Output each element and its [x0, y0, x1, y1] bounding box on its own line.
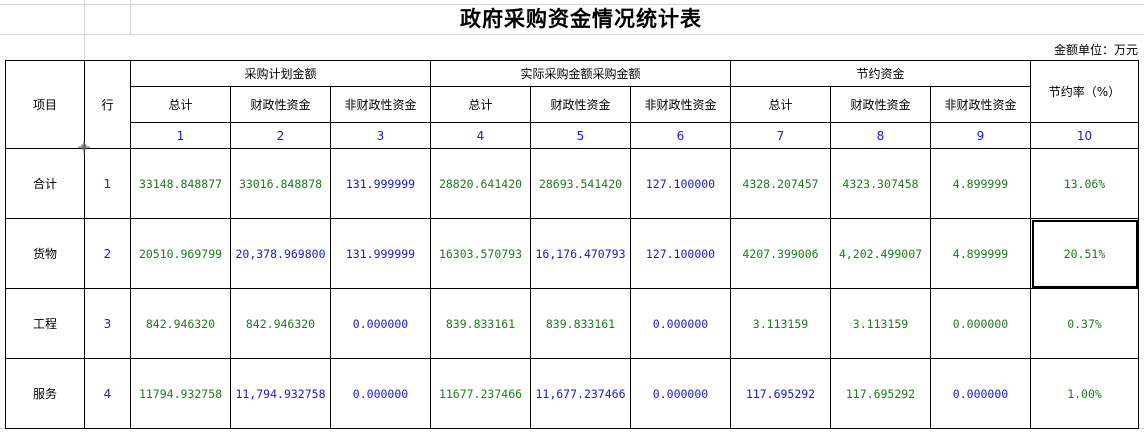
- cell-saving-total[interactable]: 117.695292: [730, 358, 831, 429]
- row-line[interactable]: 2: [84, 218, 131, 289]
- cell-actual-total[interactable]: 28820.641420: [430, 148, 531, 219]
- cell-saving-total[interactable]: 4328.207457: [730, 148, 831, 219]
- cell-plan-total[interactable]: 20510.969799: [130, 218, 231, 289]
- header-group-savings[interactable]: 节约资金: [730, 60, 1031, 87]
- cell-plan-total[interactable]: 33148.848877: [130, 148, 231, 219]
- column-number[interactable]: 7: [730, 122, 831, 149]
- cell-saving-nonfiscal[interactable]: 0.000000: [930, 358, 1031, 429]
- table-row: 服务 4 11794.932758 11,794.932758 0.000000…: [5, 358, 1139, 429]
- column-number[interactable]: 8: [830, 122, 931, 149]
- cell-actual-total[interactable]: 839.833161: [430, 288, 531, 359]
- cell-actual-fiscal[interactable]: 16,176.470793: [530, 218, 631, 289]
- header-group-actual[interactable]: 实际采购金额采购金额: [430, 60, 731, 87]
- row-item[interactable]: 工程: [5, 288, 85, 359]
- cell-plan-fiscal[interactable]: 11,794.932758: [230, 358, 331, 429]
- header-sub[interactable]: 总计: [130, 86, 231, 123]
- table-row: 合计 1 33148.848877 33016.848878 131.99999…: [5, 148, 1139, 219]
- column-number[interactable]: 2: [230, 122, 331, 149]
- header-sub[interactable]: 总计: [430, 86, 531, 123]
- cell-plan-nonfiscal[interactable]: 131.999999: [330, 148, 431, 219]
- cell-plan-fiscal[interactable]: 20,378.969800: [230, 218, 331, 289]
- cell-saving-rate-selected[interactable]: 20.51%: [1030, 218, 1139, 289]
- cell-saving-nonfiscal[interactable]: 0.000000: [930, 288, 1031, 359]
- spreadsheet-sheet: 政府采购资金情况统计表 金额单位：万元 项目 行 采购计划金额 实际采购金额采购…: [0, 0, 1144, 432]
- header-sub[interactable]: 非财政性资金: [930, 86, 1031, 123]
- row-item[interactable]: 合计: [5, 148, 85, 219]
- header-sub[interactable]: 非财政性资金: [330, 86, 431, 123]
- header-sub[interactable]: 财政性资金: [530, 86, 631, 123]
- cell-saving-total[interactable]: 3.113159: [730, 288, 831, 359]
- header-sub[interactable]: 非财政性资金: [630, 86, 731, 123]
- cell-saving-rate[interactable]: 1.00%: [1030, 358, 1139, 429]
- column-number[interactable]: 9: [930, 122, 1031, 149]
- column-number[interactable]: 1: [130, 122, 231, 149]
- statistics-table: 项目 行 采购计划金额 实际采购金额采购金额 节约资金 节约率（%） 总计 财政…: [5, 60, 1139, 429]
- cell-saving-nonfiscal[interactable]: 4.899999: [930, 218, 1031, 289]
- row-line[interactable]: 1: [84, 148, 131, 219]
- cell-plan-nonfiscal[interactable]: 131.999999: [330, 218, 431, 289]
- cell-actual-fiscal[interactable]: 839.833161: [530, 288, 631, 359]
- cell-saving-rate[interactable]: 13.06%: [1030, 148, 1139, 219]
- crosshair-cursor-icon: [78, 141, 90, 153]
- cell-plan-total[interactable]: 11794.932758: [130, 358, 231, 429]
- cell-plan-fiscal[interactable]: 842.946320: [230, 288, 331, 359]
- cell-actual-nonfiscal[interactable]: 127.100000: [630, 148, 731, 219]
- cell-plan-nonfiscal[interactable]: 0.000000: [330, 288, 431, 359]
- cell-plan-nonfiscal[interactable]: 0.000000: [330, 358, 431, 429]
- cell-actual-nonfiscal[interactable]: 0.000000: [630, 288, 731, 359]
- column-number[interactable]: 4: [430, 122, 531, 149]
- unit-label: 金额单位：万元: [1053, 43, 1138, 57]
- cell-plan-total[interactable]: 842.946320: [130, 288, 231, 359]
- column-number[interactable]: 5: [530, 122, 631, 149]
- header-sub[interactable]: 总计: [730, 86, 831, 123]
- header-sub[interactable]: 财政性资金: [230, 86, 331, 123]
- cell-saving-fiscal[interactable]: 4323.307458: [830, 148, 931, 219]
- row-item[interactable]: 货物: [5, 218, 85, 289]
- gridline: [84, 0, 85, 60]
- cell-actual-total[interactable]: 11677.237466: [430, 358, 531, 429]
- report-title: 政府采购资金情况统计表: [460, 6, 702, 31]
- header-group-plan[interactable]: 采购计划金额: [130, 60, 431, 87]
- cell-saving-total[interactable]: 4207.399006: [730, 218, 831, 289]
- header-sub[interactable]: 财政性资金: [830, 86, 931, 123]
- table-row: 工程 3 842.946320 842.946320 0.000000 839.…: [5, 288, 1139, 359]
- column-number[interactable]: 10: [1030, 122, 1139, 149]
- cell-actual-total[interactable]: 16303.570793: [430, 218, 531, 289]
- cell-saving-fiscal[interactable]: 4,202.499007: [830, 218, 931, 289]
- cell-saving-nonfiscal[interactable]: 4.899999: [930, 148, 1031, 219]
- gridline: [0, 34, 1144, 35]
- header-rate[interactable]: 节约率（%）: [1030, 60, 1139, 123]
- cell-actual-nonfiscal[interactable]: 0.000000: [630, 358, 731, 429]
- cell-saving-rate[interactable]: 0.37%: [1030, 288, 1139, 359]
- cell-plan-fiscal[interactable]: 33016.848878: [230, 148, 331, 219]
- row-line[interactable]: 4: [84, 358, 131, 429]
- table-row: 货物 2 20510.969799 20,378.969800 131.9999…: [5, 218, 1139, 289]
- row-item[interactable]: 服务: [5, 358, 85, 429]
- column-number[interactable]: 6: [630, 122, 731, 149]
- header-line[interactable]: 行: [84, 60, 131, 149]
- cell-actual-fiscal[interactable]: 28693.541420: [530, 148, 631, 219]
- cell-saving-fiscal[interactable]: 3.113159: [830, 288, 931, 359]
- cell-saving-fiscal[interactable]: 117.695292: [830, 358, 931, 429]
- column-number[interactable]: 3: [330, 122, 431, 149]
- cell-actual-nonfiscal[interactable]: 127.100000: [630, 218, 731, 289]
- cell-actual-fiscal[interactable]: 11,677.237466: [530, 358, 631, 429]
- row-line[interactable]: 3: [84, 288, 131, 359]
- header-item[interactable]: 项目: [5, 60, 85, 149]
